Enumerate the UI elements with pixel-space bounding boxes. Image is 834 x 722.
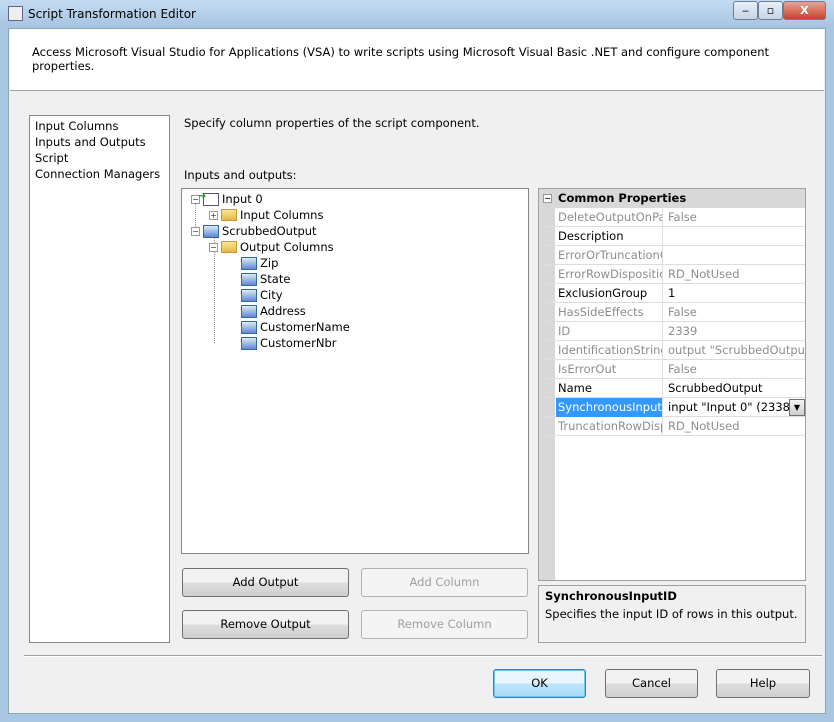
- collapse-icon[interactable]: −: [543, 194, 552, 203]
- property-row[interactable]: Name ScrubbedOutput: [539, 379, 805, 398]
- tree-node-column[interactable]: Zip: [260, 256, 278, 270]
- property-name: ID: [556, 322, 663, 341]
- property-row[interactable]: ID 2339: [539, 322, 805, 341]
- column-icon: [241, 288, 257, 302]
- nav-list: Input Columns Inputs and Outputs Script …: [29, 115, 170, 643]
- expand-icon[interactable]: +: [209, 210, 218, 220]
- ok-button[interactable]: OK: [493, 669, 586, 698]
- property-name: ExclusionGroup: [556, 284, 663, 303]
- column-icon: [241, 320, 257, 334]
- cancel-button[interactable]: Cancel: [605, 669, 698, 698]
- property-value[interactable]: ScrubbedOutput: [664, 379, 805, 398]
- nav-item-inputs-and-outputs[interactable]: Inputs and Outputs: [35, 135, 146, 149]
- property-value: RD_NotUsed: [668, 419, 740, 433]
- maximize-button[interactable]: ▫: [758, 1, 783, 20]
- property-help-panel: SynchronousInputID Specifies the input I…: [538, 585, 806, 643]
- property-name: IsErrorOut: [556, 360, 663, 379]
- property-name: SynchronousInputID: [556, 398, 663, 417]
- column-icon: [241, 256, 257, 270]
- property-value: output "ScrubbedOutput": [668, 343, 805, 357]
- column-icon: [241, 304, 257, 318]
- tree-label: Inputs and outputs:: [184, 168, 297, 182]
- output-icon: [203, 224, 219, 238]
- add-column-button[interactable]: Add Column: [361, 568, 528, 597]
- dropdown-arrow-icon[interactable]: ▼: [789, 399, 805, 416]
- category-common-properties[interactable]: − Common Properties: [539, 189, 805, 208]
- column-icon: [241, 272, 257, 286]
- property-row[interactable]: SynchronousInputID input "Input 0" (2338)…: [539, 398, 805, 417]
- header-description: Access Microsoft Visual Studio for Appli…: [32, 45, 770, 73]
- remove-column-button[interactable]: Remove Column: [361, 610, 528, 639]
- tree-node-column[interactable]: CustomerName: [260, 320, 350, 334]
- property-name: DeleteOutputOnPat: [556, 208, 663, 227]
- property-value: 2339: [668, 324, 698, 338]
- collapse-icon[interactable]: −: [191, 226, 200, 236]
- tree-node-column[interactable]: State: [260, 272, 290, 286]
- separator: [24, 655, 822, 657]
- help-text: Specifies the input ID of rows in this o…: [545, 607, 798, 621]
- property-row[interactable]: ErrorOrTruncationO: [539, 246, 805, 265]
- property-name: HasSideEffects: [556, 303, 663, 322]
- input-icon: [198, 191, 219, 206]
- property-row[interactable]: IsErrorOut False: [539, 360, 805, 379]
- property-row[interactable]: ErrorRowDispositior RD_NotUsed: [539, 265, 805, 284]
- remove-output-button[interactable]: Remove Output: [182, 610, 349, 639]
- property-value: False: [668, 305, 697, 319]
- property-name: Name: [556, 379, 663, 398]
- minimize-button[interactable]: ‒: [733, 1, 758, 20]
- tree-node-output-columns[interactable]: Output Columns: [240, 240, 334, 254]
- header-panel: Access Microsoft Visual Studio for Appli…: [10, 29, 824, 91]
- folder-icon: [221, 209, 237, 221]
- tree-node-input[interactable]: Input 0: [222, 192, 263, 206]
- property-row[interactable]: Description: [539, 227, 805, 246]
- tree-node-output[interactable]: ScrubbedOutput: [222, 224, 317, 238]
- property-value[interactable]: [664, 227, 805, 246]
- instruction-text: Specify column properties of the script …: [184, 116, 480, 130]
- tree-node-column[interactable]: CustomerNbr: [260, 336, 337, 350]
- property-row[interactable]: IdentificationString output "ScrubbedOutp…: [539, 341, 805, 360]
- tree-node-input-columns[interactable]: Input Columns: [240, 208, 323, 222]
- app-icon: [8, 6, 23, 21]
- property-name: ErrorOrTruncationO: [556, 246, 663, 265]
- property-grid[interactable]: − Common Properties DeleteOutputOnPat Fal…: [538, 188, 806, 581]
- property-value: [664, 246, 805, 265]
- property-value[interactable]: 1: [664, 284, 805, 303]
- property-value[interactable]: input "Input 0" (2338): [664, 398, 805, 417]
- property-row[interactable]: ExclusionGroup 1: [539, 284, 805, 303]
- property-value: RD_NotUsed: [668, 267, 740, 281]
- property-name: ErrorRowDispositior: [556, 265, 663, 284]
- help-title: SynchronousInputID: [545, 589, 677, 603]
- property-row[interactable]: TruncationRowDisp RD_NotUsed: [539, 417, 805, 436]
- collapse-icon[interactable]: −: [209, 242, 218, 252]
- nav-item-input-columns[interactable]: Input Columns: [35, 119, 118, 133]
- help-button[interactable]: Help: [716, 669, 810, 698]
- nav-item-script[interactable]: Script: [35, 151, 68, 165]
- inputs-outputs-tree[interactable]: −Input 0 +Input Columns −ScrubbedOutput …: [181, 188, 529, 554]
- tree-node-column[interactable]: City: [260, 288, 283, 302]
- property-value: False: [668, 210, 697, 224]
- property-value: False: [668, 362, 697, 376]
- nav-item-connection-managers[interactable]: Connection Managers: [35, 167, 160, 181]
- property-name: TruncationRowDisp: [556, 417, 663, 436]
- tree-node-column[interactable]: Address: [260, 304, 306, 318]
- add-output-button[interactable]: Add Output: [182, 568, 349, 597]
- property-name: Description: [556, 227, 663, 246]
- folder-icon: [221, 241, 237, 253]
- close-button[interactable]: X: [783, 1, 826, 20]
- window-title: Script Transformation Editor: [28, 7, 196, 21]
- property-row[interactable]: HasSideEffects False: [539, 303, 805, 322]
- column-icon: [241, 336, 257, 350]
- property-row[interactable]: DeleteOutputOnPat False: [539, 208, 805, 227]
- property-name: IdentificationString: [556, 341, 663, 360]
